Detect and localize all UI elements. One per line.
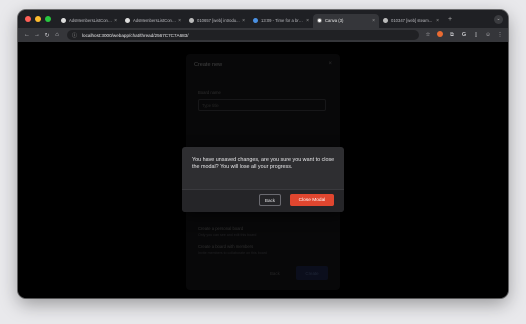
url-text: localhost:3000/webapp/chat/thread/2567C7… xyxy=(82,32,189,38)
minimize-window-icon[interactable] xyxy=(35,16,41,22)
reload-icon[interactable]: ↻ xyxy=(42,32,52,39)
browser-tab[interactable]: AdsMembersListContain... × xyxy=(121,14,185,28)
toolbar-actions: ☆ ⧉ G ▯ ☺ ⋮ xyxy=(424,31,504,39)
app-icon xyxy=(189,18,194,23)
close-window-icon[interactable] xyxy=(25,16,31,22)
tab-label: 13:09 - Time for a break! xyxy=(261,18,305,23)
tab-bar: AdsMembersListContain... × AdsMembersLis… xyxy=(18,10,508,28)
tab-label: 010657 [web] introdu... xyxy=(197,18,240,23)
address-bar: ← → ↻ ⌂ ⓘ localhost:3000/webapp/chat/thr… xyxy=(18,28,508,42)
sidebar-icon[interactable]: ▯ xyxy=(472,32,480,38)
browser-tab-active[interactable]: Canva (3) × xyxy=(313,13,379,28)
menu-kebab-icon[interactable]: ⋮ xyxy=(496,32,504,38)
browser-tab[interactable]: AdsMembersListContain... × xyxy=(57,14,121,28)
github-icon xyxy=(61,18,66,23)
tab-label: AdsMembersListContain... xyxy=(133,18,176,23)
close-tab-icon[interactable]: × xyxy=(178,18,181,24)
tab-label: AdsMembersListContain... xyxy=(69,18,112,23)
browser-tab[interactable]: 010347 [web] steam... × xyxy=(379,14,443,28)
board-name-label: Board name xyxy=(198,90,221,95)
forward-arrow-icon[interactable]: → xyxy=(32,32,42,38)
clock-icon xyxy=(253,18,258,23)
page-viewport: Create new × Board name Type title Creat… xyxy=(18,42,508,298)
tab-label: 010347 [web] steam... xyxy=(391,18,433,23)
option-members-board: Create a board with members Invite membe… xyxy=(198,244,326,262)
site-info-icon[interactable]: ⓘ xyxy=(72,32,77,39)
unsaved-changes-modal: You have unsaved changes, are you sure y… xyxy=(182,147,344,212)
tab-search-icon[interactable]: ⌄ xyxy=(494,14,503,24)
dialog-title: Create new xyxy=(194,62,223,68)
extension-orange-icon[interactable] xyxy=(436,31,444,39)
browser-window: AdsMembersListContain... × AdsMembersLis… xyxy=(18,10,508,298)
github-icon xyxy=(125,18,130,23)
option-title: Create a personal board xyxy=(198,226,244,231)
back-arrow-icon[interactable]: ← xyxy=(22,32,32,38)
url-input[interactable]: ⓘ localhost:3000/webapp/chat/thread/2567… xyxy=(67,30,419,40)
browser-tab[interactable]: 13:09 - Time for a break! × xyxy=(249,14,313,28)
back-button[interactable]: Back xyxy=(259,194,281,206)
tab-label: Canva (3) xyxy=(325,18,344,23)
modal-footer: Back Close Modal xyxy=(182,189,344,212)
close-tab-icon[interactable]: × xyxy=(372,18,375,24)
option-personal-board: Create a personal board Only you can see… xyxy=(198,226,326,244)
app-icon xyxy=(383,18,388,23)
board-name-placeholder: Type title xyxy=(202,103,219,108)
close-tab-icon[interactable]: × xyxy=(242,18,245,24)
option-description: Only you can see and edit this board xyxy=(198,233,257,237)
option-description: Invite members to collaborate on this bo… xyxy=(198,251,267,255)
dialog-back-button: Back xyxy=(270,271,280,276)
canva-icon xyxy=(317,18,322,23)
profile-icon[interactable]: ☺ xyxy=(484,32,492,38)
bookmark-star-icon[interactable]: ☆ xyxy=(424,32,432,38)
close-tab-icon[interactable]: × xyxy=(436,18,439,24)
maximize-window-icon[interactable] xyxy=(45,16,51,22)
close-tab-icon[interactable]: × xyxy=(114,18,117,24)
home-icon[interactable]: ⌂ xyxy=(52,32,62,38)
close-tab-icon[interactable]: × xyxy=(306,18,309,24)
close-icon: × xyxy=(328,61,332,67)
close-modal-button[interactable]: Close Modal xyxy=(290,194,334,206)
google-icon[interactable]: G xyxy=(460,32,468,38)
window-controls xyxy=(18,16,57,22)
extensions-icon[interactable]: ⧉ xyxy=(448,32,456,39)
option-title: Create a board with members xyxy=(198,244,254,249)
new-tab-button[interactable]: + xyxy=(443,16,457,23)
browser-tab[interactable]: 010657 [web] introdu... × xyxy=(185,14,249,28)
modal-message: You have unsaved changes, are you sure y… xyxy=(192,157,335,171)
create-button: Create xyxy=(296,266,328,280)
